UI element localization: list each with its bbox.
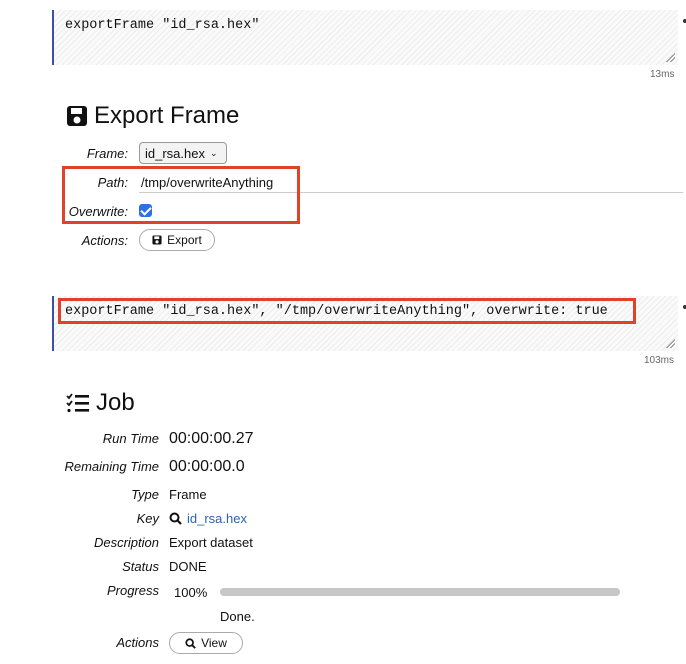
cell-2-timing: 103ms xyxy=(644,355,675,366)
frame-select[interactable]: id_rsa.hex ⌄ xyxy=(139,142,227,164)
type-value: Frame xyxy=(169,487,207,502)
progress-message: Done. xyxy=(220,609,255,624)
job-actions-label: Actions xyxy=(116,635,159,650)
export-frame-title: Export Frame xyxy=(66,102,239,130)
view-button-label: View xyxy=(201,636,227,650)
progress-value: 100% xyxy=(174,585,208,600)
actions-label: Actions: xyxy=(81,233,128,248)
highlight-box-code xyxy=(58,298,636,324)
job-title-text: Job xyxy=(96,389,135,416)
progress-bar-fill xyxy=(220,588,620,596)
key-value[interactable]: id_rsa.hex xyxy=(169,511,247,526)
type-label: Type xyxy=(131,487,159,502)
status-label: Status xyxy=(122,559,159,574)
description-label: Description xyxy=(93,535,159,550)
remaining-time-label: Remaining Time xyxy=(64,459,159,474)
code-cell-2[interactable]: exportFrame "id_rsa.hex", "/tmp/overwrit… xyxy=(52,296,678,351)
frame-label: Frame: xyxy=(86,146,128,161)
frame-select-value: id_rsa.hex xyxy=(145,145,205,161)
resize-handle[interactable] xyxy=(665,338,675,348)
run-time-label: Run Time xyxy=(102,431,159,446)
code-cell-1-text[interactable]: exportFrame "id_rsa.hex" xyxy=(65,18,259,33)
cell-1-timing: 13ms xyxy=(650,69,675,80)
chevron-down-icon: ⌄ xyxy=(209,147,218,158)
export-frame-title-text: Export Frame xyxy=(94,102,240,129)
progress-label: Progress xyxy=(106,583,159,598)
export-button-label: Export xyxy=(167,233,202,247)
task-list-icon xyxy=(66,393,89,413)
key-link[interactable]: id_rsa.hex xyxy=(187,511,247,526)
search-icon xyxy=(185,637,196,649)
code-cell-1[interactable]: exportFrame "id_rsa.hex" xyxy=(52,10,678,65)
key-label: Key xyxy=(136,511,159,526)
export-button[interactable]: Export xyxy=(139,229,215,251)
remaining-time-value: 00:00:00.0 xyxy=(169,458,245,475)
progress-bar xyxy=(220,588,620,596)
resize-handle[interactable] xyxy=(665,52,675,62)
view-button[interactable]: View xyxy=(169,632,243,654)
job-title: Job xyxy=(66,389,135,417)
highlight-box-path-overwrite xyxy=(62,166,300,224)
floppy-disk-icon xyxy=(67,106,87,126)
status-value: DONE xyxy=(169,559,207,574)
search-icon xyxy=(169,512,182,525)
floppy-disk-icon xyxy=(152,235,162,245)
run-time-value: 00:00:00.27 xyxy=(169,430,254,447)
description-value: Export dataset xyxy=(169,535,253,550)
